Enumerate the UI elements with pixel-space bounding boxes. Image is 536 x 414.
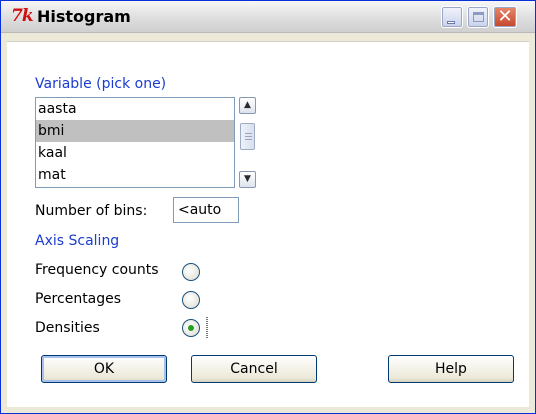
maximize-button[interactable]: [467, 6, 489, 28]
window-title: Histogram: [37, 7, 131, 26]
radio-selected-dot: [188, 325, 194, 331]
variable-scrollbar[interactable]: ▲ ▼: [239, 97, 256, 188]
list-item-bmi[interactable]: bmi: [36, 120, 234, 142]
grip-icon: [245, 133, 252, 140]
tk-app-icon: 7k: [11, 6, 34, 26]
close-button[interactable]: ✕: [493, 6, 517, 28]
ok-button[interactable]: OK: [41, 355, 167, 383]
radio-densities[interactable]: [182, 319, 200, 337]
radio-percentages[interactable]: [182, 291, 200, 309]
bins-input[interactable]: <auto: [173, 197, 239, 223]
option-percentages-label: Percentages: [35, 291, 122, 307]
close-icon: ✕: [497, 6, 513, 27]
option-frequency-label: Frequency counts: [35, 262, 159, 278]
bins-label: Number of bins:: [35, 203, 148, 219]
maximize-icon: [473, 12, 484, 22]
minimize-button[interactable]: [441, 6, 463, 28]
axis-scaling-label: Axis Scaling: [35, 233, 120, 249]
option-densities-label: Densities: [35, 320, 100, 336]
list-item-mat[interactable]: mat: [36, 164, 234, 186]
list-item-aasta[interactable]: aasta: [36, 98, 234, 120]
scroll-thumb[interactable]: [240, 123, 255, 150]
scroll-down-button[interactable]: ▼: [239, 171, 256, 188]
scroll-up-button[interactable]: ▲: [239, 97, 256, 114]
radio-frequency-counts[interactable]: [182, 263, 200, 281]
minimize-icon: [447, 21, 455, 24]
histogram-dialog: 7k Histogram ✕ Variable (pick one) aasta…: [0, 0, 536, 414]
variable-listbox[interactable]: aasta bmi kaal mat: [35, 97, 235, 188]
title-bar[interactable]: 7k Histogram ✕: [1, 1, 535, 33]
cancel-button[interactable]: Cancel: [191, 355, 317, 383]
focus-indicator: [206, 317, 208, 339]
chevron-up-icon: ▲: [244, 100, 251, 110]
list-item-kaal[interactable]: kaal: [36, 142, 234, 164]
dialog-body: Variable (pick one) aasta bmi kaal mat ▲…: [7, 41, 529, 407]
chevron-down-icon: ▼: [244, 174, 251, 184]
variable-section-label: Variable (pick one): [35, 76, 167, 92]
help-button[interactable]: Help: [388, 355, 514, 383]
